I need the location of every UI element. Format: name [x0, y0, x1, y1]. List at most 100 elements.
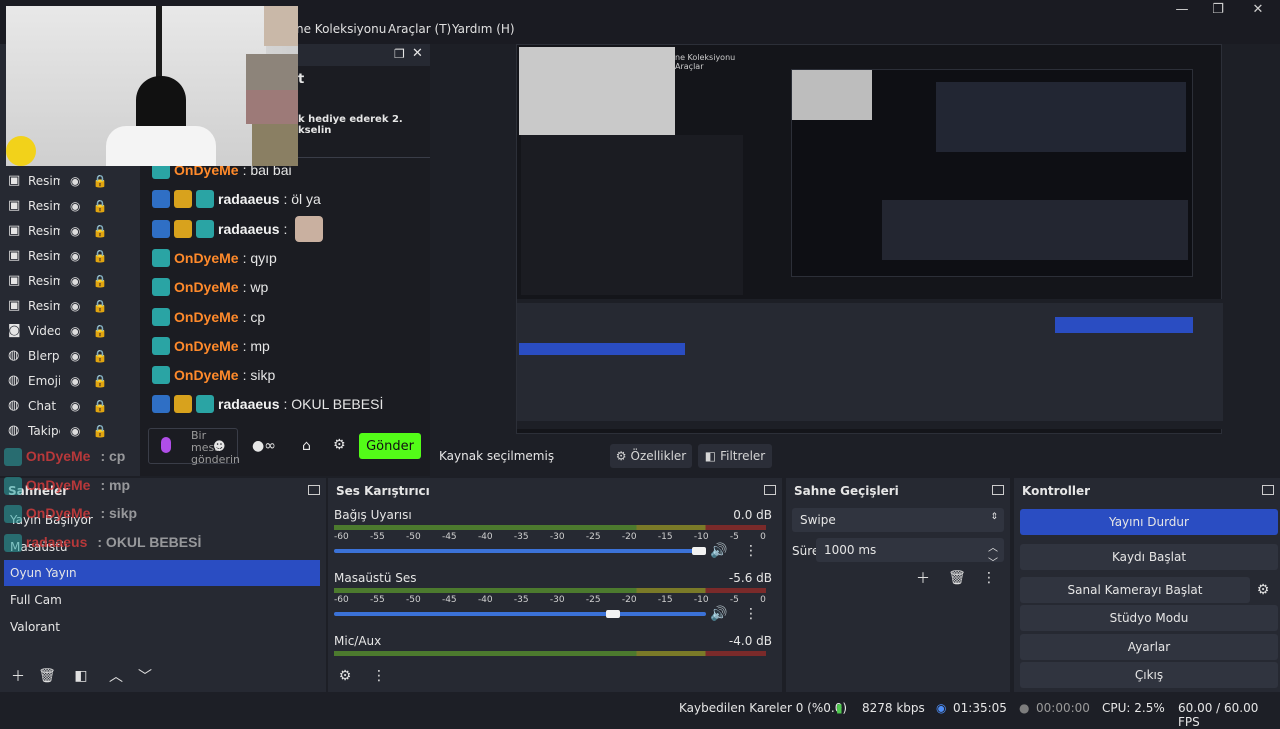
more-icon[interactable]: ⋮: [740, 540, 762, 562]
gear-icon[interactable]: ⚙: [333, 437, 346, 453]
chat-username[interactable]: OnDyeMe: [174, 309, 239, 325]
trash-icon[interactable]: 🗑: [946, 567, 968, 589]
lock-icon[interactable]: 🔒: [92, 274, 107, 288]
eye-icon[interactable]: ◉: [70, 249, 80, 263]
menu-tools[interactable]: Araçlar (T): [388, 22, 451, 36]
undock-icon[interactable]: [1262, 485, 1274, 495]
minimize-icon[interactable]: —: [1172, 2, 1192, 18]
gear-icon[interactable]: ⚙: [334, 665, 356, 687]
source-item[interactable]: ◍ Emoji Bı ◉ 🔒: [8, 368, 128, 393]
chat-username[interactable]: OnDyeMe: [174, 279, 239, 295]
lock-icon[interactable]: 🔒: [92, 399, 107, 413]
bits-icon[interactable]: ●∞: [252, 438, 276, 454]
trash-icon[interactable]: 🗑: [36, 665, 58, 687]
close-icon[interactable]: ✕: [1248, 2, 1268, 18]
slider-thumb[interactable]: [692, 547, 706, 555]
emoji-icon[interactable]: ☻: [213, 439, 226, 453]
stepper-icon[interactable]: ︿ ﹀: [988, 539, 998, 569]
emote-icon: [295, 215, 324, 242]
tick-label: -35: [513, 595, 529, 605]
maximize-icon[interactable]: ❐: [1208, 2, 1228, 18]
chat-input[interactable]: Bir mesa gönderin ☻: [148, 428, 240, 466]
cpu-usage: CPU: 2.5%: [1102, 701, 1165, 715]
lock-icon[interactable]: 🔒: [92, 199, 107, 213]
lock-icon[interactable]: 🔒: [92, 224, 107, 238]
gear-icon[interactable]: ⚙: [1252, 579, 1274, 601]
send-button[interactable]: Gönder: [359, 433, 421, 459]
eye-icon[interactable]: ◉: [70, 399, 80, 413]
start-recording-button[interactable]: Kaydı Başlat: [1020, 544, 1278, 570]
eye-icon[interactable]: ◉: [70, 324, 80, 338]
eye-icon[interactable]: ◉: [70, 274, 80, 288]
source-item[interactable]: ◙ Video ◉ 🔒: [8, 318, 128, 343]
menu-scene-collection[interactable]: ne Koleksiyonu: [296, 22, 386, 36]
source-item[interactable]: ▣ Resim ◉ 🔒: [8, 168, 128, 193]
source-item[interactable]: ▣ Resim ◉ 🔒: [8, 293, 128, 318]
undock-icon[interactable]: [992, 485, 1004, 495]
menu-help[interactable]: Yardım (H): [452, 22, 515, 36]
chat-message: OnDyeMe: cp: [152, 304, 265, 330]
eye-icon[interactable]: ◉: [70, 349, 80, 363]
settings-button[interactable]: Ayarlar: [1020, 634, 1278, 660]
lock-icon[interactable]: 🔒: [92, 299, 107, 313]
scene-item[interactable]: Oyun Yayın: [4, 560, 320, 587]
eye-icon[interactable]: ◉: [70, 224, 80, 238]
source-item[interactable]: ◍ Chat ◉ 🔒: [8, 393, 128, 418]
store-icon[interactable]: ⌂: [302, 438, 311, 454]
close-icon[interactable]: ✕: [412, 46, 423, 61]
lock-icon[interactable]: 🔒: [92, 174, 107, 188]
source-item[interactable]: ◍ Blerp ◉ 🔒: [8, 343, 128, 368]
eye-icon[interactable]: ◉: [70, 374, 80, 388]
volume-slider[interactable]: [334, 612, 706, 616]
eye-icon[interactable]: ◉: [70, 199, 80, 213]
duration-field[interactable]: 1000 ms ︿ ﹀: [816, 538, 1004, 569]
source-item[interactable]: ◍ Takipçi s ◉ 🔒: [8, 418, 128, 443]
more-icon[interactable]: ⋮: [368, 665, 390, 687]
speaker-icon[interactable]: 🔊: [708, 540, 730, 562]
slider-thumb[interactable]: [606, 610, 621, 618]
chat-username[interactable]: OnDyeMe: [174, 250, 239, 266]
filters-button[interactable]: ◧ Filtreler: [698, 444, 772, 468]
properties-button[interactable]: ⚙ Özellikler: [610, 444, 692, 468]
lock-icon[interactable]: 🔒: [92, 424, 107, 438]
mic-icon[interactable]: [161, 437, 171, 453]
filter-icon[interactable]: ◧: [70, 665, 92, 687]
overlay-chat-line: OnDyeMe: mp: [4, 477, 130, 496]
chat-username[interactable]: radaaeus: [218, 396, 279, 412]
more-icon[interactable]: ⋮: [978, 567, 1000, 589]
exit-button[interactable]: Çıkış: [1020, 662, 1278, 688]
more-icon[interactable]: ⋮: [740, 603, 762, 625]
scene-item[interactable]: Full Cam: [4, 587, 320, 613]
lock-icon[interactable]: 🔒: [92, 349, 107, 363]
chat-username[interactable]: OnDyeMe: [174, 367, 239, 383]
studio-mode-button[interactable]: Stüdyo Modu: [1020, 605, 1278, 631]
tick-label: -40: [477, 595, 493, 605]
chat-username[interactable]: radaaeus: [218, 221, 279, 237]
lock-icon[interactable]: 🔒: [92, 374, 107, 388]
add-scene-icon[interactable]: ＋: [7, 665, 29, 687]
chat-username[interactable]: OnDyeMe: [174, 338, 239, 354]
scene-item[interactable]: Valorant: [4, 614, 320, 640]
chevron-down-icon[interactable]: ﹀: [134, 665, 156, 687]
lock-icon[interactable]: 🔒: [92, 324, 107, 338]
chat-username[interactable]: radaaeus: [218, 191, 279, 207]
source-item[interactable]: ▣ Resim ◉ 🔒: [8, 218, 128, 243]
lock-icon[interactable]: 🔒: [92, 249, 107, 263]
eye-icon[interactable]: ◉: [70, 299, 80, 313]
virtual-camera-button[interactable]: Sanal Kamerayı Başlat: [1020, 577, 1250, 603]
add-transition-icon[interactable]: ＋: [912, 567, 934, 589]
undock-icon[interactable]: ❐: [394, 47, 405, 61]
channel-name: Masaüstü Ses: [334, 571, 417, 585]
source-item[interactable]: ▣ Resim ◉ 🔒: [8, 268, 128, 293]
transition-select[interactable]: Swipe ⇕: [792, 508, 1004, 532]
eye-icon[interactable]: ◉: [70, 174, 80, 188]
stop-stream-button[interactable]: Yayını Durdur: [1020, 509, 1278, 535]
speaker-icon[interactable]: 🔊: [708, 603, 730, 625]
source-item[interactable]: ▣ Resim ◉ 🔒: [8, 243, 128, 268]
undock-icon[interactable]: [308, 485, 320, 495]
volume-slider[interactable]: [334, 549, 706, 553]
chevron-up-icon[interactable]: ︿: [105, 665, 127, 687]
undock-icon[interactable]: [764, 485, 776, 495]
eye-icon[interactable]: ◉: [70, 424, 80, 438]
source-item[interactable]: ▣ Resim ◉ 🔒: [8, 193, 128, 218]
